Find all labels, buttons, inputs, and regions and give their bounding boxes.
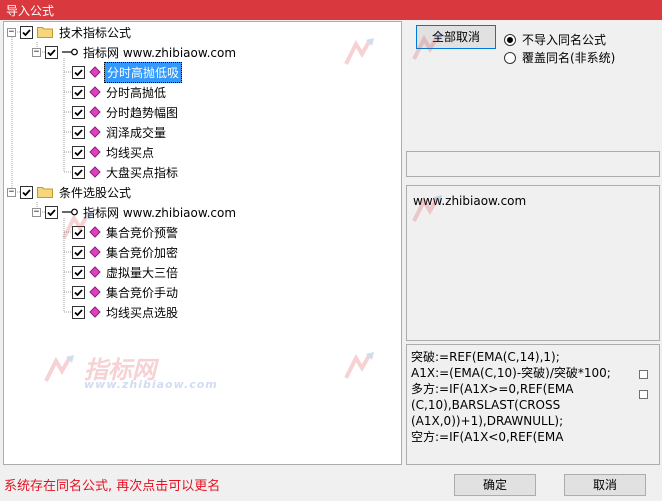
formula-icon (89, 226, 101, 238)
tree-item[interactable]: 润泽成交量 (72, 122, 168, 142)
code-line: 突破:=REF(EMA(C,14),1); (411, 350, 560, 364)
checkbox[interactable] (45, 205, 58, 219)
tree-node-zhibiaow-2[interactable]: − 指标网 www.zhibiaow.com (32, 202, 238, 222)
tree-node-stock-screening[interactable]: − 条件选股公式 (7, 182, 133, 202)
tree-label-selected: 分时高抛低吸 (104, 61, 183, 83)
small-checkbox[interactable] (639, 370, 648, 379)
code-line: (A1X,0))+1),DRAWNULL); (411, 414, 564, 428)
tree-item[interactable]: 均线买点 (72, 142, 156, 162)
checkbox[interactable] (20, 185, 33, 199)
tree-item[interactable]: 大盘买点指标 (72, 162, 180, 182)
tree-label: 大盘买点指标 (106, 165, 179, 180)
radio-skip-duplicates[interactable]: 不导入同名公式 (504, 31, 606, 48)
tree-label: 条件选股公式 (59, 185, 132, 200)
formula-icon (89, 66, 101, 78)
radio-button-checked[interactable] (504, 33, 516, 46)
tree-item[interactable]: 集合竞价手动 (72, 282, 180, 302)
code-line: A1X:=(EMA(C,10)-突破)/突破*100; (411, 366, 611, 380)
collapse-icon[interactable]: − (7, 27, 16, 37)
tree-item[interactable]: 集合竞价预警 (72, 222, 180, 242)
formula-icon (89, 126, 101, 138)
formula-icon (89, 266, 101, 278)
code-line: (C,10),BARSLAST(CROSS (411, 398, 561, 412)
folder-icon (37, 27, 53, 38)
tree-item[interactable]: 集合竞价加密 (72, 242, 180, 262)
tree-label: 虚拟量大三倍 (106, 265, 179, 280)
key-icon (62, 208, 78, 216)
tree-label: 均线买点选股 (106, 305, 179, 320)
collapse-icon[interactable]: − (32, 47, 41, 57)
collapse-icon[interactable]: − (32, 207, 41, 217)
radio-button[interactable] (504, 51, 516, 64)
checkbox[interactable] (72, 305, 85, 319)
checkbox[interactable] (72, 125, 85, 139)
tree-item[interactable]: 分时高抛低 (72, 82, 168, 102)
checkbox[interactable] (72, 245, 85, 259)
tree-label: 集合竞价手动 (106, 285, 179, 300)
tree-lines (11, 31, 72, 313)
window-titlebar: 导入公式 (0, 0, 662, 20)
checkbox[interactable] (72, 265, 85, 279)
tree-item[interactable]: 虚拟量大三倍 (72, 262, 180, 282)
radio-overwrite[interactable]: 覆盖同名(非系统) (504, 49, 615, 66)
checkbox[interactable] (72, 145, 85, 159)
radio-label: 覆盖同名(非系统) (522, 51, 616, 65)
checkbox[interactable] (72, 225, 85, 239)
tree-label: 指标网 www.zhibiaow.com (83, 205, 237, 220)
tree-label: 指标网 www.zhibiaow.com (83, 45, 237, 60)
tree-label: 分时趋势幅图 (106, 105, 179, 120)
tree-label: 分时高抛低 (106, 85, 167, 100)
checkbox[interactable] (72, 105, 85, 119)
formula-tree[interactable]: − 技术指标公式 − 指标网 www.zhibiaow.com 分时高抛低吸 分… (3, 21, 402, 465)
formula-icon (89, 246, 101, 258)
code-line: 空方:=IF(A1X<0,REF(EMA (411, 430, 564, 444)
status-message: 系统存在同名公式, 再次点击可以更名 (4, 479, 221, 494)
tree-item[interactable]: 均线买点选股 (72, 302, 180, 322)
tree-label: 均线买点 (106, 145, 155, 160)
tree-node-zhibiaow-1[interactable]: − 指标网 www.zhibiaow.com (32, 42, 238, 62)
tree-label: 技术指标公式 (59, 25, 132, 40)
formula-icon (89, 146, 101, 158)
checkbox[interactable] (72, 285, 85, 299)
tree-node-technical-indicators[interactable]: − 技术指标公式 (7, 22, 133, 42)
key-icon (62, 48, 78, 56)
checkbox[interactable] (72, 65, 85, 79)
checkbox[interactable] (72, 165, 85, 179)
tree-label: 润泽成交量 (106, 125, 167, 140)
deselect-all-button[interactable]: 全部取消 (416, 25, 496, 49)
tree-label: 集合竞价预警 (106, 225, 179, 240)
formula-icon (89, 106, 101, 118)
formula-icon (89, 166, 101, 178)
ok-button[interactable]: 确定 (454, 474, 536, 496)
formula-icon (89, 286, 101, 298)
code-line: 多方:=IF(A1X>=0,REF(EMA (411, 382, 574, 396)
checkbox[interactable] (45, 45, 58, 59)
formula-icon (89, 86, 101, 98)
checkbox[interactable] (20, 25, 33, 39)
tree-label: 集合竞价加密 (106, 245, 179, 260)
description-box: www.zhibiaow.com (406, 185, 660, 341)
checkbox[interactable] (72, 85, 85, 99)
tree-item[interactable]: 分时趋势幅图 (72, 102, 180, 122)
folder-icon (37, 187, 53, 198)
window-title: 导入公式 (6, 4, 55, 18)
collapse-icon[interactable]: − (7, 187, 16, 197)
info-strip (406, 151, 660, 177)
options-panel: 全部取消 不导入同名公式 覆盖同名(非系统) www.zhibiaow.com … (404, 21, 662, 465)
code-preview[interactable]: 突破:=REF(EMA(C,14),1); A1X:=(EMA(C,10)-突破… (406, 344, 660, 465)
cancel-button[interactable]: 取消 (564, 474, 646, 496)
description-text: www.zhibiaow.com (413, 194, 527, 208)
tree-item[interactable]: 分时高抛低吸 (72, 61, 183, 83)
small-checkbox[interactable] (639, 390, 648, 399)
radio-label: 不导入同名公式 (522, 33, 607, 47)
formula-icon (89, 306, 101, 318)
